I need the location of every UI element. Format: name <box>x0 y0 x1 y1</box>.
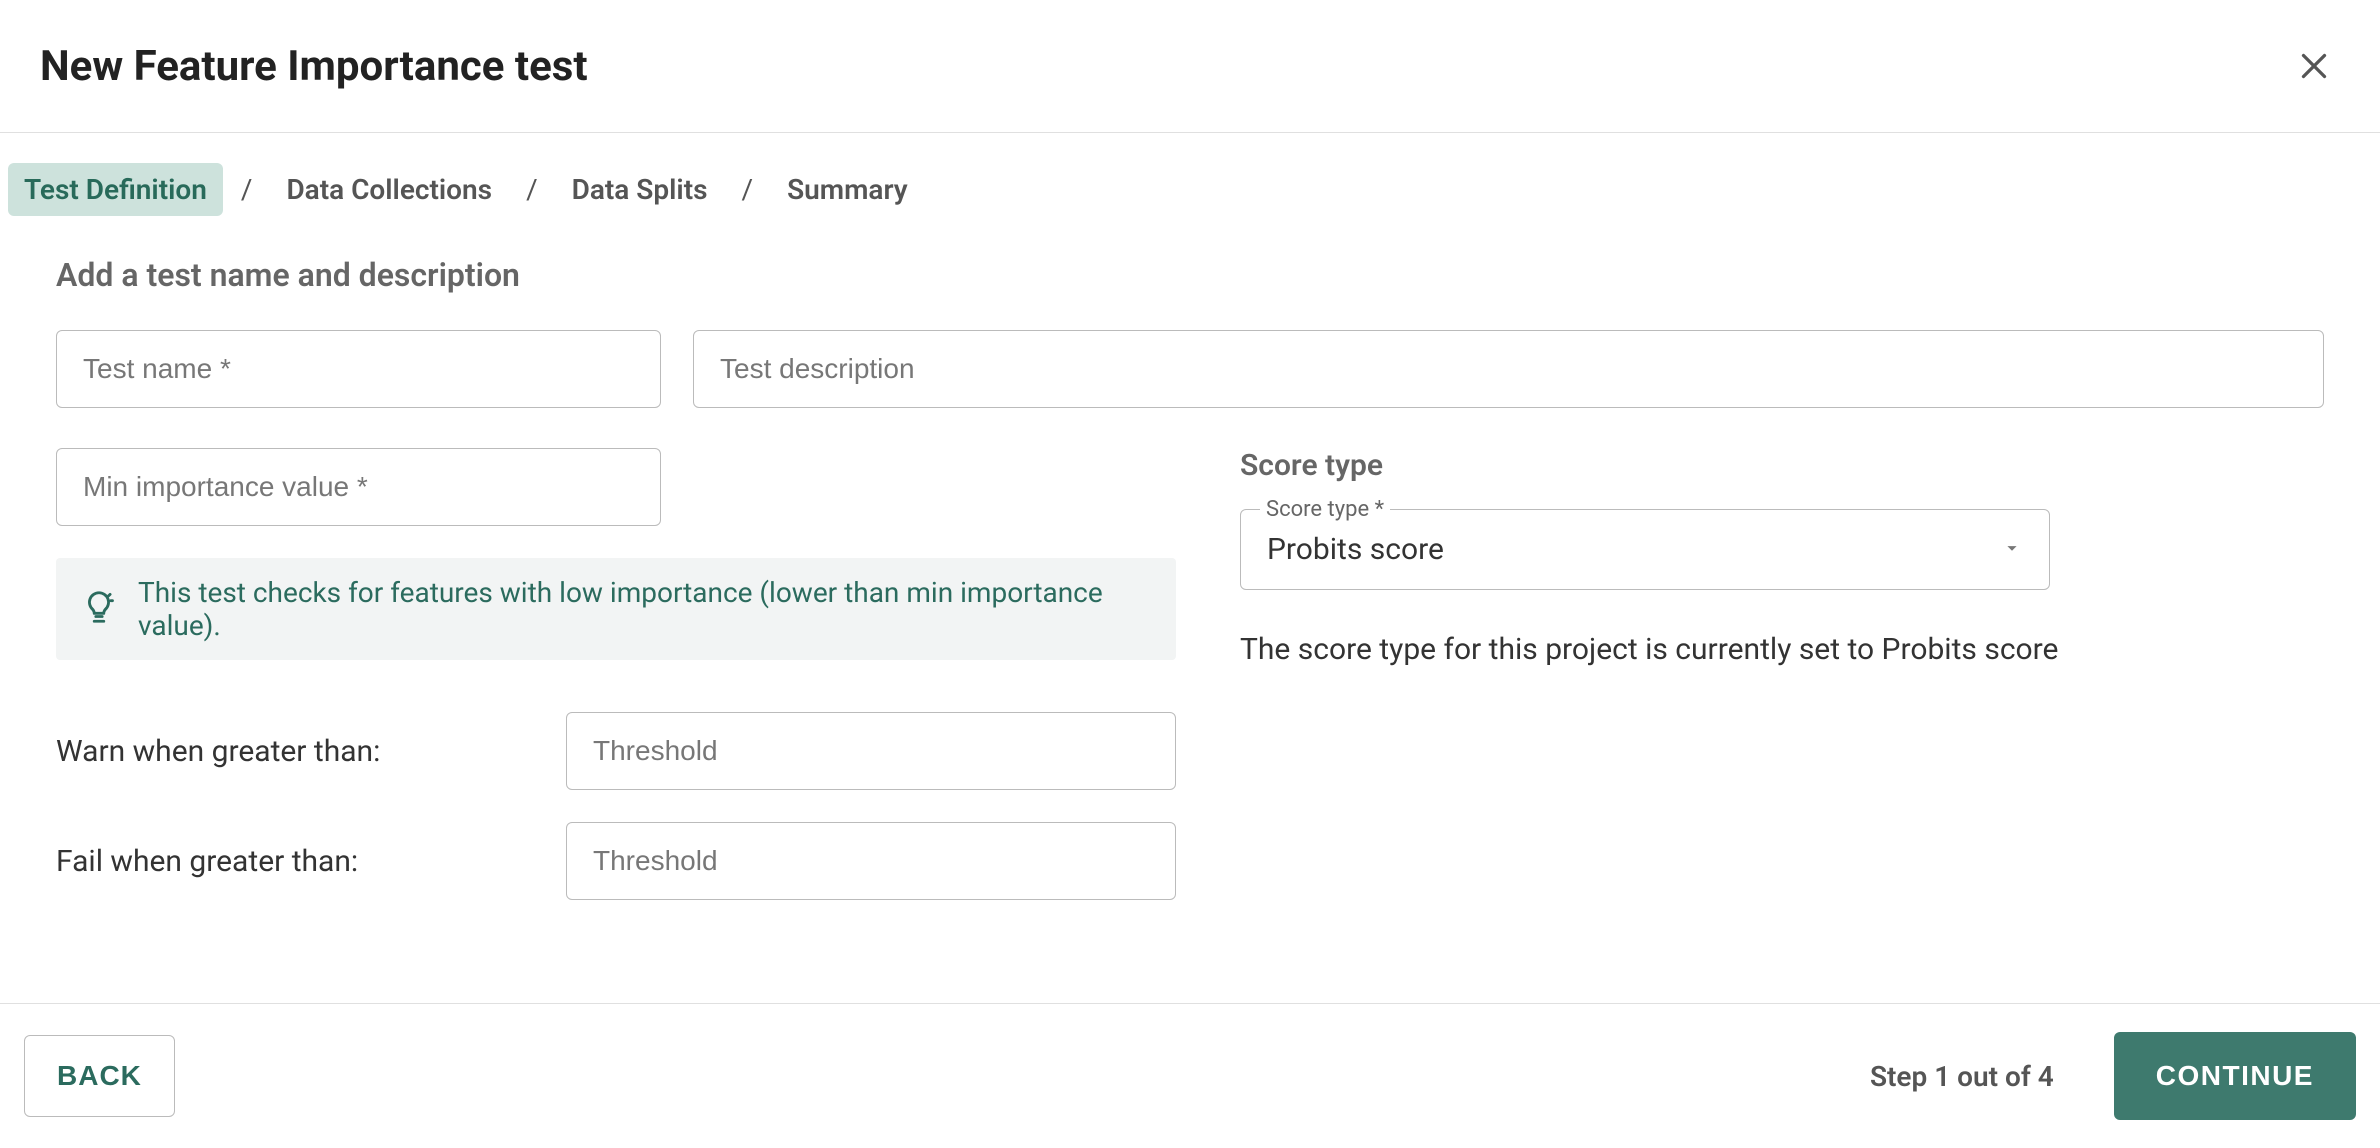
test-name-input[interactable] <box>56 330 661 408</box>
score-type-legend: Score type * <box>1260 497 1390 522</box>
breadcrumb: Test Definition / Data Collections / Dat… <box>0 133 2380 246</box>
step-indicator: Step 1 out of 4 <box>1870 1060 2054 1093</box>
breadcrumb-separator: / <box>526 173 538 206</box>
fail-threshold-label: Fail when greater than: <box>56 844 566 879</box>
close-icon[interactable] <box>2288 40 2340 92</box>
min-importance-input[interactable] <box>56 448 661 526</box>
section-heading: Add a test name and description <box>56 256 2324 294</box>
score-type-heading: Score type <box>1240 448 2324 483</box>
fail-threshold-input[interactable] <box>566 822 1176 900</box>
hint-box: This test checks for features with low i… <box>56 558 1176 660</box>
lightbulb-icon <box>80 588 118 630</box>
hint-text: This test checks for features with low i… <box>138 576 1152 642</box>
breadcrumb-separator: / <box>241 173 253 206</box>
test-description-input[interactable] <box>693 330 2324 408</box>
breadcrumb-data-splits[interactable]: Data Splits <box>556 163 724 216</box>
warn-threshold-label: Warn when greater than: <box>56 734 566 769</box>
breadcrumb-data-collections[interactable]: Data Collections <box>270 163 508 216</box>
back-button[interactable]: BACK <box>24 1035 175 1117</box>
chevron-down-icon <box>2001 532 2023 567</box>
warn-threshold-input[interactable] <box>566 712 1176 790</box>
continue-button[interactable]: CONTINUE <box>2114 1032 2356 1120</box>
score-type-selected-value: Probits score <box>1267 532 1444 567</box>
breadcrumb-separator: / <box>742 173 754 206</box>
page-title: New Feature Importance test <box>40 42 588 91</box>
score-type-message: The score type for this project is curre… <box>1240 632 2324 667</box>
breadcrumb-test-definition[interactable]: Test Definition <box>8 163 223 216</box>
breadcrumb-summary[interactable]: Summary <box>771 163 924 216</box>
